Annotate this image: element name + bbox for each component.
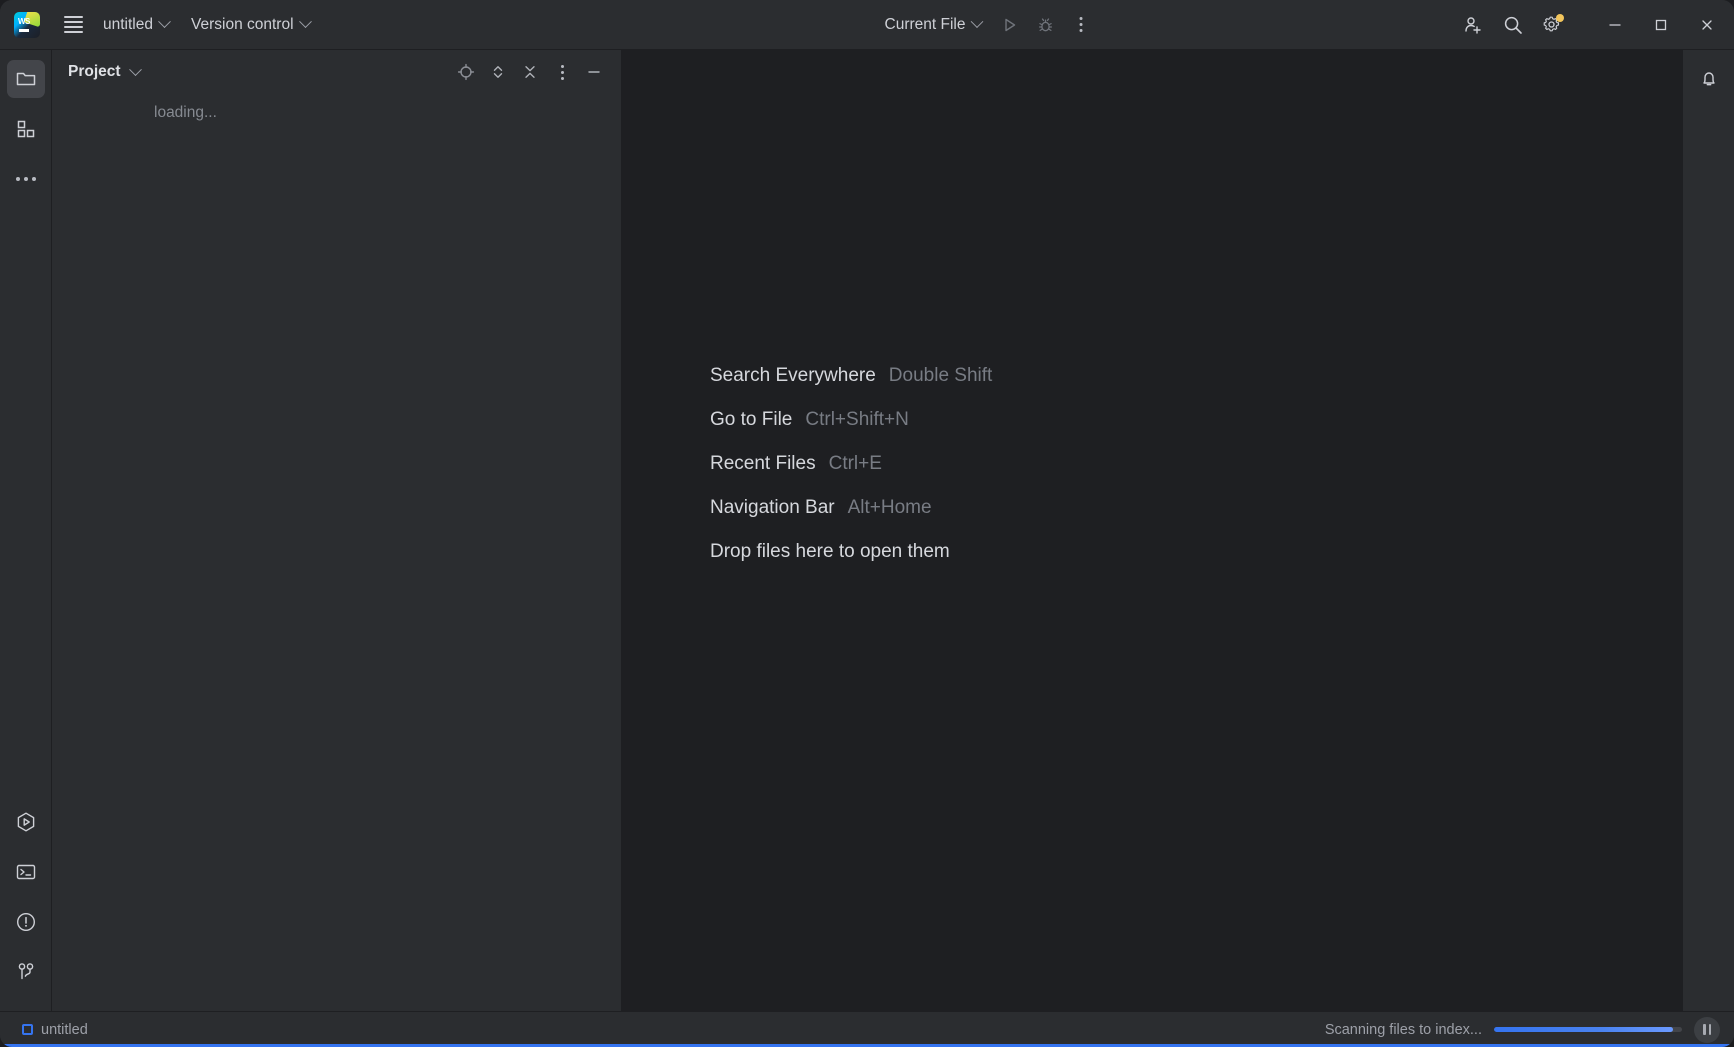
shortcut-label[interactable]: Navigation Bar: [710, 497, 835, 519]
warning-circle-icon: [16, 912, 35, 932]
sidebar-item-project[interactable]: [6, 60, 45, 98]
search-icon: [1504, 16, 1522, 34]
run-configuration-selector[interactable]: Current File: [876, 10, 991, 40]
folder-icon: [16, 72, 35, 86]
run-icon: [1005, 18, 1016, 31]
sidebar-item-run[interactable]: [7, 803, 45, 841]
add-user-button[interactable]: [1456, 8, 1490, 42]
status-module-label: untitled: [41, 1021, 88, 1038]
indexing-progress-bar: [1494, 1027, 1682, 1032]
sidebar-item-more[interactable]: [7, 160, 45, 198]
settings-button[interactable]: [1536, 8, 1570, 42]
settings-notification-badge: [1556, 13, 1564, 22]
target-icon: [457, 63, 475, 81]
indexing-progress-fill: [1494, 1027, 1673, 1032]
collapse-all-button[interactable]: [515, 57, 545, 87]
project-name-label: untitled: [103, 15, 153, 33]
project-panel-header: Project: [52, 50, 621, 94]
chevron-down-icon: [158, 15, 171, 29]
pause-indexing-button[interactable]: [1694, 1016, 1720, 1043]
minimize-button[interactable]: [1592, 5, 1638, 45]
shortcut-keys: Ctrl+E: [828, 453, 882, 474]
minimize-icon: [588, 71, 600, 73]
sidebar-item-problems[interactable]: [7, 903, 45, 941]
titlebar-left-group: untitled Version control: [0, 0, 319, 49]
drop-files-label: Drop files here to open them: [710, 541, 950, 562]
debug-icon: [1038, 17, 1052, 31]
hide-panel-button[interactable]: [579, 57, 609, 87]
select-opened-file-button[interactable]: [451, 57, 481, 87]
drop-files-hint-row: Drop files here to open them: [710, 541, 992, 563]
expand-collapse-icon: [493, 66, 503, 78]
run-button[interactable]: [992, 8, 1026, 42]
run-widget-group: Current File: [876, 8, 1099, 42]
project-panel-title: Project: [68, 63, 121, 80]
module-square-icon: [22, 1024, 33, 1035]
empty-editor-canvas[interactable]: Search Everywhere Double Shift Go to Fil…: [622, 50, 1682, 1011]
shortcut-label[interactable]: Go to File: [710, 409, 792, 431]
project-panel-options-button[interactable]: [547, 57, 577, 87]
shortcut-label[interactable]: Recent Files: [710, 453, 816, 475]
editor-shortcut-hints: Search Everywhere Double Shift Go to Fil…: [710, 365, 992, 563]
version-control-label: Version control: [190, 15, 294, 33]
close-button[interactable]: [1684, 5, 1730, 45]
editor-area: Search Everywhere Double Shift Go to Fil…: [622, 50, 1682, 1011]
project-panel-toolbar: [451, 57, 609, 87]
search-button[interactable]: [1496, 8, 1530, 42]
title-bar: untitled Version control Current File: [0, 0, 1734, 50]
project-loading-label: loading...: [154, 104, 217, 121]
shortcut-hint-row[interactable]: Search Everywhere Double Shift: [710, 365, 992, 387]
chevron-down-icon: [298, 15, 312, 29]
shortcut-hint-row[interactable]: Navigation Bar Alt+Home: [710, 497, 992, 519]
collapse-all-icon: [525, 66, 535, 78]
main-menu-icon[interactable]: [56, 8, 90, 42]
status-progress-widget: Scanning files to index...: [1324, 1016, 1724, 1043]
titlebar-right-group: [1456, 0, 1734, 49]
shortcut-hint-row[interactable]: Recent Files Ctrl+E: [710, 453, 992, 475]
sidebar-item-notifications[interactable]: [1690, 60, 1728, 98]
sidebar-item-structure[interactable]: [7, 110, 45, 148]
maximize-icon: [1655, 19, 1667, 30]
indexing-status-label: Scanning files to index...: [1324, 1021, 1482, 1038]
shortcut-label[interactable]: Search Everywhere: [710, 365, 876, 387]
project-tree[interactable]: loading...: [52, 94, 621, 1011]
shortcut-keys: Double Shift: [888, 365, 993, 386]
terminal-icon: [16, 864, 35, 880]
shortcut-keys: Ctrl+Shift+N: [805, 409, 909, 430]
debug-button[interactable]: [1028, 8, 1062, 42]
expand-collapse-button[interactable]: [483, 57, 513, 87]
version-control-button[interactable]: Version control: [182, 10, 319, 40]
run-hexagon-icon: [17, 812, 34, 832]
project-tool-window: Project loading...: [52, 50, 622, 1011]
sidebar-item-terminal[interactable]: [7, 853, 45, 891]
right-tool-strip: [1682, 50, 1734, 1011]
run-more-button[interactable]: [1064, 8, 1098, 42]
structure-icon: [17, 120, 34, 138]
ide-window: untitled Version control Current File: [0, 0, 1734, 1047]
status-module-widget[interactable]: untitled: [14, 1019, 96, 1041]
sidebar-item-version-control[interactable]: [7, 953, 45, 991]
run-configuration-label: Current File: [884, 15, 966, 33]
left-tool-strip: [0, 50, 52, 1011]
branch-icon: [18, 963, 33, 980]
project-name-button[interactable]: untitled: [94, 10, 178, 40]
minimize-icon: [1609, 23, 1621, 26]
maximize-button[interactable]: [1638, 5, 1684, 45]
more-vertical-icon: [1079, 17, 1083, 32]
close-icon: [1702, 19, 1712, 30]
shortcut-keys: Alt+Home: [847, 497, 932, 518]
window-controls: [1592, 5, 1730, 45]
chevron-down-icon: [970, 15, 984, 29]
main-body: Project loading... Search Everywhere Dou…: [0, 50, 1734, 1011]
add-user-icon: [1465, 16, 1481, 34]
more-vertical-icon: [560, 64, 564, 80]
more-horizontal-icon: [15, 177, 36, 181]
webstorm-logo-icon: [14, 11, 40, 38]
bell-icon: [1702, 72, 1715, 86]
chevron-down-icon[interactable]: [128, 62, 142, 76]
shortcut-hint-row[interactable]: Go to File Ctrl+Shift+N: [710, 409, 992, 431]
status-bar: untitled Scanning files to index...: [0, 1011, 1734, 1047]
